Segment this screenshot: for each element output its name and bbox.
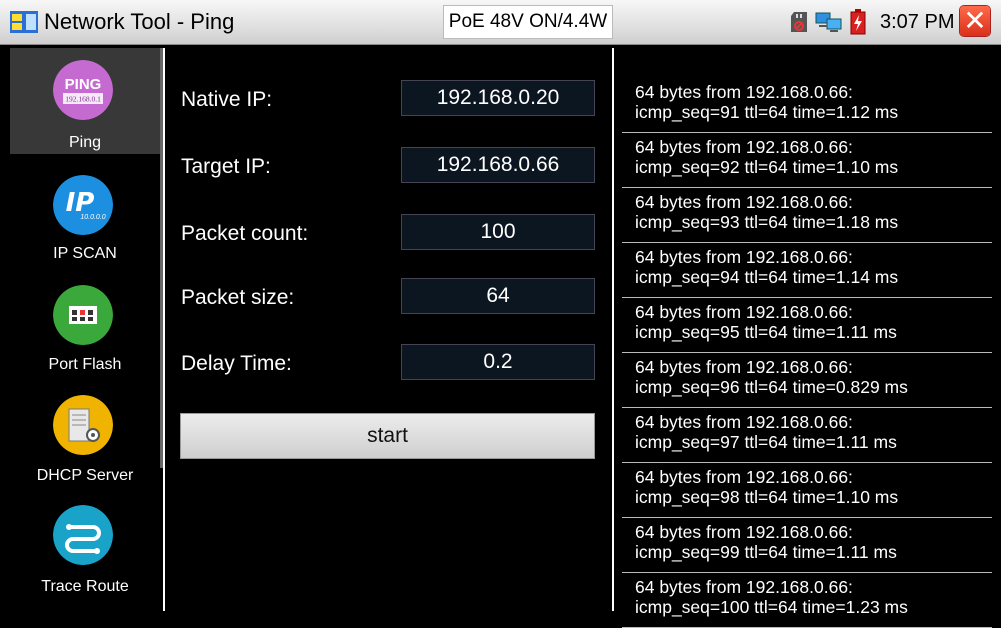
log-line: 64 bytes from 192.168.0.66: [635,357,853,377]
packet-count-label: Packet count: [181,222,309,245]
close-icon: ✕ [963,5,987,36]
ping-icon: PING 192.168.0.1 [53,60,113,120]
clock: 3:07 PM [880,11,955,33]
log-entry: 64 bytes from 192.168.0.66: icmp_seq=98 … [622,463,992,518]
network-tool-icon [10,11,38,33]
native-ip-label: Native IP: [181,88,273,111]
poe-status: PoE 48V ON/4.4W [443,5,613,39]
log-entry: 64 bytes from 192.168.0.66: icmp_seq=100… [622,573,992,628]
log-line: icmp_seq=93 ttl=64 time=1.18 ms [635,212,899,232]
log-line: icmp_seq=91 ttl=64 time=1.12 ms [635,102,899,122]
log-line: 64 bytes from 192.168.0.66: [635,412,853,432]
sidebar-item-label: Trace Route [41,578,129,595]
sidebar-item-dhcp-server[interactable]: DHCP Server [10,374,160,484]
main-divider [612,48,614,611]
close-button[interactable]: ✕ [960,6,990,36]
network-computers-icon [815,12,842,32]
log-line: 64 bytes from 192.168.0.66: [635,302,853,322]
ping-icon-text: PING [65,76,102,93]
target-ip-field[interactable]: 192.168.0.66 [401,147,595,183]
packet-size-field[interactable]: 64 [401,278,595,314]
log-entry: 64 bytes from 192.168.0.66: icmp_seq=91 … [622,78,992,133]
sidebar-item-label: DHCP Server [36,467,134,484]
log-line: icmp_seq=92 ttl=64 time=1.10 ms [635,157,899,177]
sidebar-item-trace-route[interactable]: Trace Route [10,484,160,611]
log-entry: 64 bytes from 192.168.0.66: icmp_seq=93 … [622,188,992,243]
ip-scan-icon: IP 10.0.0.0 [53,175,113,235]
log-line: icmp_seq=94 ttl=64 time=1.14 ms [635,267,899,287]
log-line: icmp_seq=98 ttl=64 time=1.10 ms [635,487,899,507]
ip-icon-subtext: 10.0.0.0 [80,214,105,221]
log-line: 64 bytes from 192.168.0.66: [635,192,853,212]
packet-count-field[interactable]: 100 [401,214,595,250]
delay-time-label: Delay Time: [181,352,292,375]
log-line: 64 bytes from 192.168.0.66: [635,467,853,487]
window-title: Network Tool - Ping [44,9,235,34]
log-entry: 64 bytes from 192.168.0.66: icmp_seq=95 … [622,298,992,353]
sidebar-divider [163,48,165,611]
packet-size-label: Packet size: [181,286,295,309]
log-line: 64 bytes from 192.168.0.66: [635,137,853,157]
log-line: icmp_seq=99 ttl=64 time=1.11 ms [635,542,897,562]
log-line: 64 bytes from 192.168.0.66: [635,522,853,542]
log-entry: 64 bytes from 192.168.0.66: icmp_seq=97 … [622,408,992,463]
log-line: 64 bytes from 192.168.0.66: [635,577,853,597]
ping-log[interactable]: 64 bytes from 192.168.0.66: icmp_seq=91 … [622,78,992,628]
log-line: icmp_seq=100 ttl=64 time=1.23 ms [635,597,908,617]
sidebar-item-label: Ping [68,134,102,151]
status-icons [790,7,872,37]
log-entry: 64 bytes from 192.168.0.66: icmp_seq=94 … [622,243,992,298]
log-entry: 64 bytes from 192.168.0.66: icmp_seq=96 … [622,353,992,408]
sd-card-icon [791,12,807,32]
sidebar-item-ping[interactable]: PING 192.168.0.1 Ping [10,48,160,154]
log-entry: 64 bytes from 192.168.0.66: icmp_seq=92 … [622,133,992,188]
log-line: icmp_seq=95 ttl=64 time=1.11 ms [635,322,897,342]
sidebar-item-label: Port Flash [48,356,122,373]
trace-route-icon [53,505,113,565]
ping-icon-subtext: 192.168.0.1 [65,95,101,104]
target-ip-label: Target IP: [181,155,271,178]
sidebar-item-label: IP SCAN [53,245,117,262]
sidebar-item-port-flash[interactable]: Port Flash [10,264,160,374]
log-line: icmp_seq=96 ttl=64 time=0.829 ms [635,377,908,397]
sidebar-item-ip-scan[interactable]: IP 10.0.0.0 IP SCAN [10,154,160,264]
start-button[interactable]: start [180,413,595,459]
delay-time-field[interactable]: 0.2 [401,344,595,380]
dhcp-server-icon [53,395,113,455]
log-entry: 64 bytes from 192.168.0.66: icmp_seq=99 … [622,518,992,573]
log-line: 64 bytes from 192.168.0.66: [635,82,853,102]
battery-charging-icon [850,9,866,35]
native-ip-field[interactable]: 192.168.0.20 [401,80,595,116]
port-flash-icon [53,285,113,345]
log-line: 64 bytes from 192.168.0.66: [635,247,853,267]
log-line: icmp_seq=97 ttl=64 time=1.11 ms [635,432,897,452]
title-bar: Network Tool - Ping PoE 48V ON/4.4W 3:07… [0,0,1001,45]
tool-sidebar: PING 192.168.0.1 Ping IP 10.0.0.0 IP SCA… [10,48,160,611]
